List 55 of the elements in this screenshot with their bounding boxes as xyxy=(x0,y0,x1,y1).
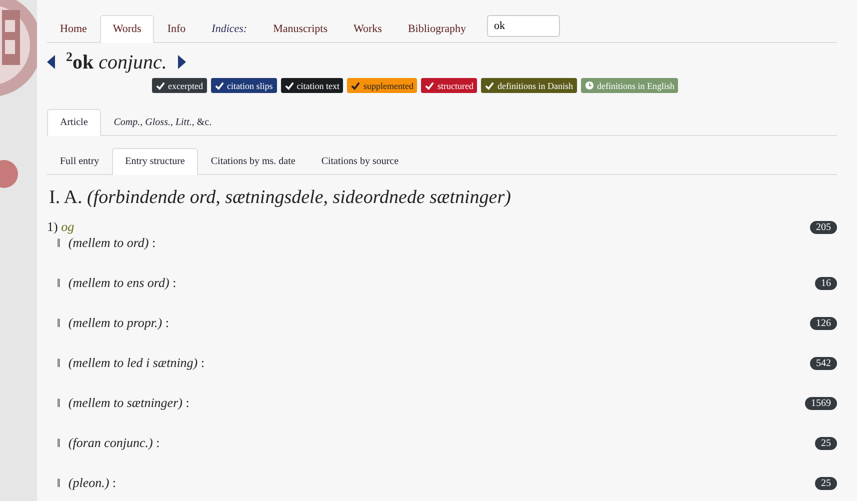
check-icon xyxy=(284,81,294,90)
clock-icon xyxy=(584,81,594,90)
caret-right-icon[interactable] xyxy=(176,55,186,69)
count-badge: 16 xyxy=(815,276,837,290)
section-heading: I. A. (forbindende ord, sætningsdele, sideordnede sætninger) xyxy=(49,187,512,209)
nav-tab[interactable]: Works xyxy=(340,15,395,43)
nav-tab[interactable]: Info xyxy=(154,15,199,43)
status-badge: supplemented xyxy=(347,78,418,93)
tab[interactable]: Comp., Gloss., Litt., &c. xyxy=(100,109,225,136)
check-icon xyxy=(214,81,224,90)
status-badge: citation slips xyxy=(210,78,277,93)
tab[interactable]: Citations by ms. date xyxy=(198,148,308,175)
check-icon xyxy=(351,81,360,90)
sense-label: 1) og xyxy=(47,219,74,235)
tab[interactable]: Citations by source xyxy=(308,148,412,175)
tab[interactable]: Entry structure xyxy=(112,148,198,175)
status-badge: definitions in Danish xyxy=(481,78,577,93)
tab[interactable]: Full entry xyxy=(47,148,112,175)
nav-label: Indices: xyxy=(210,22,248,37)
count-badge: 126 xyxy=(810,316,837,330)
count-badge: 25 xyxy=(815,476,837,490)
subsense-label: (mellem to ens ord) : xyxy=(68,275,176,291)
check-icon xyxy=(156,81,165,90)
caret-left-icon[interactable] xyxy=(47,55,56,69)
count-badge: 25 xyxy=(815,436,837,450)
subsense-marker: ‖ xyxy=(57,476,60,490)
nav-tab[interactable]: Words xyxy=(100,15,154,43)
check-icon xyxy=(425,81,434,90)
subsense-label: (mellem to ord) : xyxy=(68,235,156,251)
count-badge: 1569 xyxy=(805,396,837,410)
side-tab-icon[interactable] xyxy=(0,160,20,188)
subsense-label: (mellem to led i sætning) : xyxy=(68,355,205,371)
status-badge: citation text xyxy=(280,78,344,93)
headword: $^{2}$ok conjunc. xyxy=(66,49,167,75)
subsense-label: (mellem to propr.) : xyxy=(68,315,170,331)
status-badge: structured xyxy=(421,78,478,93)
subsense-marker: ‖ xyxy=(57,396,60,410)
subsense-label: (foran conjunc.) : xyxy=(68,435,160,451)
subsense-marker: ‖ xyxy=(57,236,60,250)
status-badge: definitions in English xyxy=(580,78,678,93)
subsense-marker: ‖ xyxy=(57,436,60,450)
tab[interactable]: Article xyxy=(47,109,101,136)
subsense-marker: ‖ xyxy=(57,276,60,290)
subsense-label: (mellem to sætninger) : xyxy=(68,395,190,411)
nav-tab[interactable]: Manuscripts xyxy=(260,15,340,43)
subsense-label: (pleon.) : xyxy=(68,475,116,491)
status-badge: excerpted xyxy=(152,78,207,93)
check-icon xyxy=(485,81,494,90)
count-badge: 542 xyxy=(810,356,837,370)
subsense-marker: ‖ xyxy=(57,316,60,330)
nav-tab[interactable]: Bibliography xyxy=(394,15,480,43)
nav-tab[interactable]: Home xyxy=(47,15,100,43)
subsense-marker: ‖ xyxy=(57,356,60,370)
search-field[interactable]: ok xyxy=(487,15,560,37)
count-badge: 205 xyxy=(810,220,837,234)
